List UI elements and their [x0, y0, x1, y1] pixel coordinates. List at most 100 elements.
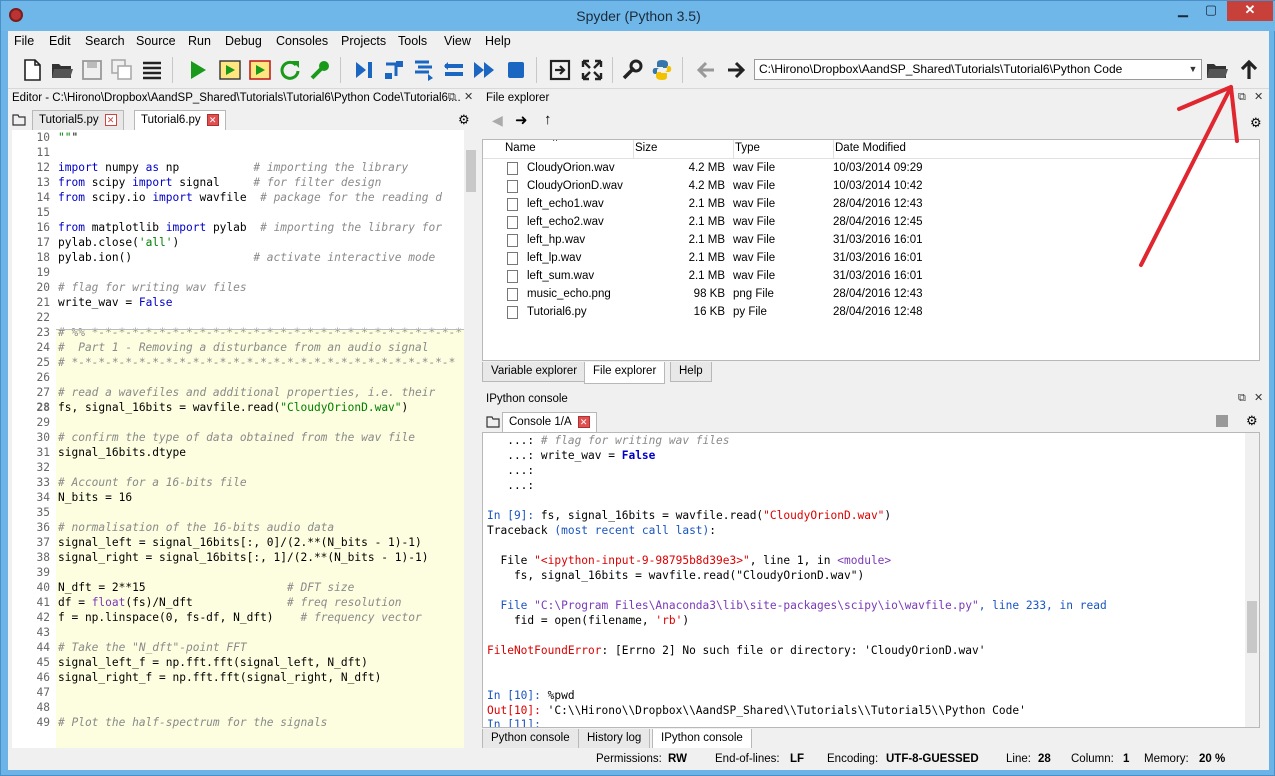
scrollbar-thumb[interactable]: [1247, 601, 1257, 653]
menu-file[interactable]: File: [14, 34, 34, 48]
run-cell-icon[interactable]: [218, 58, 242, 82]
file-explorer-options-gear-icon[interactable]: ⚙: [1250, 115, 1262, 131]
code-line[interactable]: # *-*-*-*-*-*-*-*-*-*-*-*-*-*-*-*-*-*-*-…: [58, 355, 455, 370]
file-row[interactable]: CloudyOrionD.wav 4.2 MB wav File 10/03/2014…: [483, 178, 1259, 196]
file-row[interactable]: left_sum.wav 2.1 MB wav File 31/03/2016 16:…: [483, 268, 1259, 286]
tab-console-1a[interactable]: Console 1/A ✕: [502, 412, 597, 433]
code-line[interactable]: df = float(fs)/N_dft # freq resolution: [58, 595, 402, 610]
maximize-button[interactable]: ▢: [1197, 1, 1225, 21]
close-button[interactable]: ✕: [1227, 1, 1273, 21]
code-line[interactable]: N_dft = 2**15 # DFT size: [58, 580, 354, 595]
menu-consoles[interactable]: Consoles: [276, 34, 328, 48]
code-line[interactable]: # Account for a 16-bits file: [58, 475, 247, 490]
tab-python-console[interactable]: Python console: [482, 729, 579, 749]
code-line[interactable]: # %% *-*-*-*-*-*-*-*-*-*-*-*-*-*-*-*-*-*…: [58, 325, 462, 340]
code-line[interactable]: N_bits = 16: [58, 490, 132, 505]
menu-tools[interactable]: Tools: [398, 34, 427, 48]
run-icon[interactable]: [186, 58, 210, 82]
console-output[interactable]: ...: # flag for writing wav files ...: w…: [482, 432, 1260, 728]
code-line[interactable]: # Take the "N_dft"-point FFT: [58, 640, 247, 655]
browse-consoles-icon[interactable]: [486, 415, 500, 428]
chevron-down-icon[interactable]: ▼: [1185, 60, 1201, 79]
code-line[interactable]: write_wav = False: [58, 295, 173, 310]
code-line[interactable]: # flag for writing wav files: [58, 280, 247, 295]
code-line[interactable]: # Part 1 - Removing a disturbance from a…: [58, 340, 428, 355]
run-cell-advance-icon[interactable]: [248, 58, 272, 82]
close-pane-icon[interactable]: ✕: [1254, 90, 1263, 103]
close-tab-icon[interactable]: ✕: [104, 114, 117, 126]
tab-history-log[interactable]: History log: [578, 729, 651, 749]
forward-icon[interactable]: ➜: [515, 111, 528, 129]
code-line[interactable]: from scipy.io import wavfile # package f…: [58, 190, 442, 205]
file-row[interactable]: left_lp.wav 2.1 MB wav File 31/03/2016 16:0…: [483, 250, 1259, 268]
python-path-icon[interactable]: [650, 58, 674, 82]
column-name[interactable]: Name: [505, 142, 536, 154]
open-folder-icon[interactable]: [50, 58, 74, 82]
file-row[interactable]: left_echo1.wav 2.1 MB wav File 28/04/2016 1…: [483, 196, 1259, 214]
code-line[interactable]: signal_left_f = np.fft.fft(signal_left, …: [58, 655, 368, 670]
step-into-icon[interactable]: [412, 58, 436, 82]
code-line[interactable]: signal_16bits.dtype: [58, 445, 186, 460]
undock-icon[interactable]: ⧉: [448, 91, 456, 104]
code-line[interactable]: # normalisation of the 16-bits audio dat…: [58, 520, 334, 535]
tab-variable-explorer[interactable]: Variable explorer: [482, 362, 587, 382]
code-line[interactable]: from scipy import signal # for filter de…: [58, 175, 381, 190]
code-line[interactable]: # read a wavefiles and additional proper…: [58, 385, 435, 400]
save-all-icon[interactable]: [110, 58, 134, 82]
debug-icon[interactable]: [352, 58, 376, 82]
tab-file-explorer[interactable]: File explorer: [584, 362, 666, 384]
parent-directory-up-icon[interactable]: [1237, 58, 1261, 82]
code-line[interactable]: pylab.close('all'): [58, 235, 179, 250]
browse-folder-icon[interactable]: [1205, 58, 1229, 82]
new-file-icon[interactable]: [20, 58, 44, 82]
run-settings-icon[interactable]: [308, 58, 332, 82]
code-editor[interactable]: 10 11 12 13 14 15 16 17 18 19 20 21 22 23 24 25 26 27 28 29…: [12, 130, 478, 764]
menu-debug[interactable]: Debug: [225, 34, 262, 48]
menu-projects[interactable]: Projects: [341, 34, 386, 48]
continue-icon[interactable]: [472, 58, 496, 82]
code-line[interactable]: from matplotlib import pylab # importing…: [58, 220, 442, 235]
menu-view[interactable]: View: [444, 34, 471, 48]
code-line[interactable]: fs, signal_16bits = wavfile.read("Cloudy…: [58, 400, 408, 415]
close-tab-icon[interactable]: ✕: [206, 114, 219, 126]
tab-help[interactable]: Help: [670, 362, 712, 382]
code-line[interactable]: signal_right = signal_16bits[:, 1]/(2.**…: [58, 550, 428, 565]
stop-kernel-icon[interactable]: [1216, 415, 1228, 427]
save-icon[interactable]: [80, 58, 104, 82]
rerun-icon[interactable]: [278, 58, 302, 82]
close-pane-icon[interactable]: ✕: [1254, 391, 1263, 404]
file-row[interactable]: left_hp.wav 2.1 MB wav File 31/03/2016 16:0…: [483, 232, 1259, 250]
console-scrollbar[interactable]: [1245, 433, 1259, 727]
menu-run[interactable]: Run: [188, 34, 211, 48]
tab-tutorial5[interactable]: Tutorial5.py ✕: [32, 110, 124, 130]
code-line[interactable]: signal_right_f = np.fft.fft(signal_right…: [58, 670, 381, 685]
undock-icon[interactable]: ⧉: [1238, 91, 1246, 104]
code-line[interactable]: import numpy as np # importing the libra…: [58, 160, 408, 175]
editor-scrollbar[interactable]: [464, 130, 478, 764]
up-icon[interactable]: ↑: [544, 111, 552, 128]
code-line[interactable]: """: [58, 130, 78, 145]
scrollbar-thumb[interactable]: [466, 150, 476, 192]
code-line[interactable]: # Plot the half-spectrum for the signals: [58, 715, 327, 730]
browse-tabs-icon[interactable]: [12, 113, 26, 126]
editor-options-gear-icon[interactable]: ⚙: [458, 112, 470, 128]
column-date-modified[interactable]: Date Modified: [835, 142, 906, 154]
code-line[interactable]: signal_left = signal_16bits[:, 0]/(2.**(…: [58, 535, 422, 550]
menu-source[interactable]: Source: [136, 34, 176, 48]
file-row[interactable]: CloudyOrion.wav 4.2 MB wav File 10/03/2014 …: [483, 160, 1259, 178]
file-row[interactable]: music_echo.png 98 KB png File 28/04/2016 12…: [483, 286, 1259, 304]
code-area[interactable]: """ import numpy as np # importing the li…: [56, 130, 464, 764]
column-type[interactable]: Type: [735, 142, 760, 154]
menu-help[interactable]: Help: [485, 34, 511, 48]
code-line[interactable]: # confirm the type of data obtained from…: [58, 430, 415, 445]
maximize-pane-icon[interactable]: [548, 58, 572, 82]
working-directory-combobox[interactable]: C:\Hirono\Dropbox\AandSP_Shared\Tutorial…: [754, 59, 1202, 80]
list-icon[interactable]: [140, 58, 164, 82]
console-options-gear-icon[interactable]: ⚙: [1246, 413, 1258, 429]
back-icon[interactable]: ◀: [492, 112, 503, 129]
minimize-button[interactable]: ▁: [1169, 1, 1197, 21]
code-line[interactable]: pylab.ion() # activate interactive mode: [58, 250, 435, 265]
fullscreen-icon[interactable]: [580, 58, 604, 82]
file-row[interactable]: left_echo2.wav 2.1 MB wav File 28/04/2016 1…: [483, 214, 1259, 232]
step-return-icon[interactable]: [442, 58, 466, 82]
